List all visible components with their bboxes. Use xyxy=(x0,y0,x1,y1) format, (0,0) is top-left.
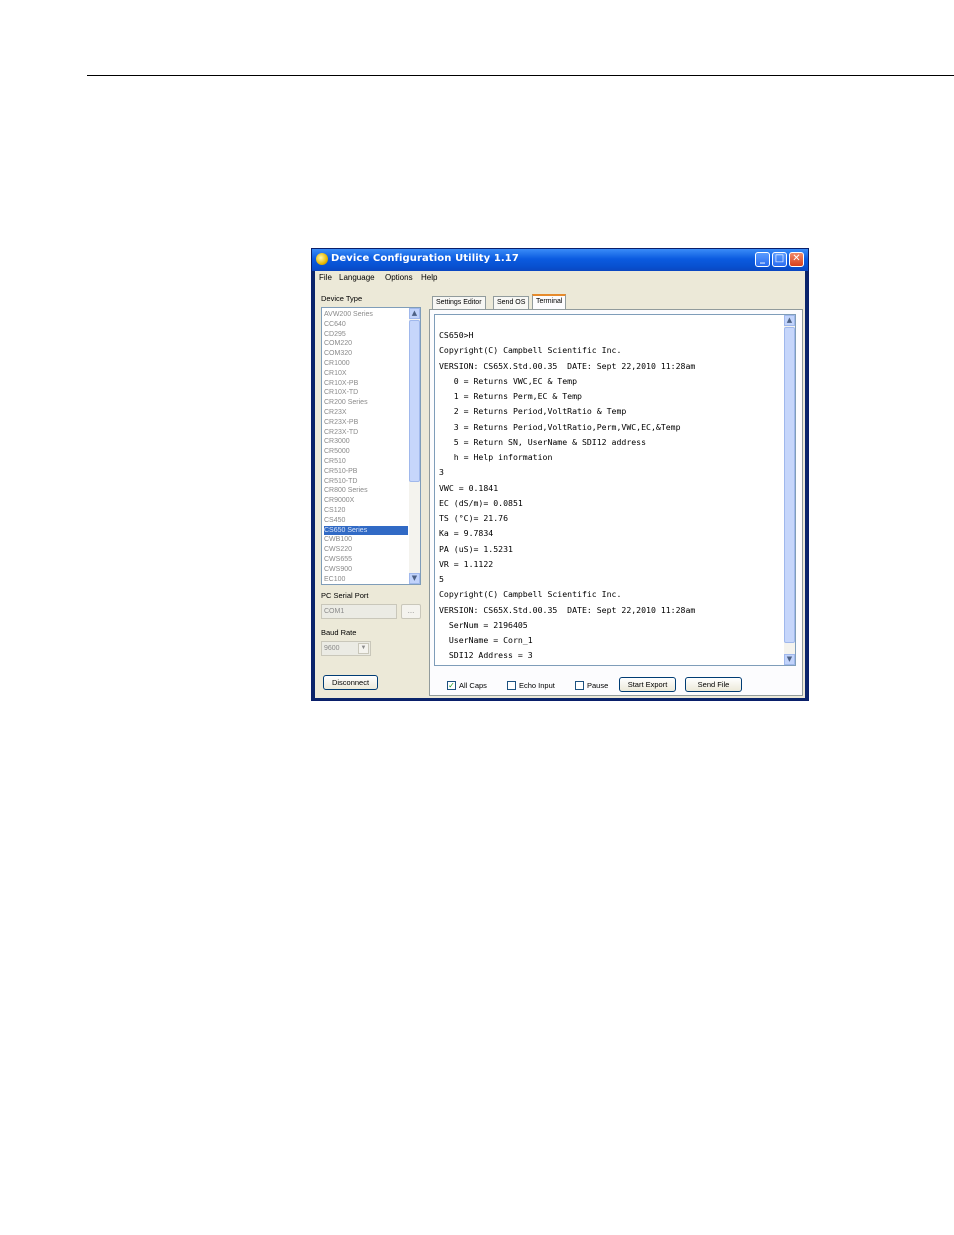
terminal-scrollbar[interactable]: ▲ ▼ xyxy=(784,315,795,665)
terminal-line: UserName = Corn_1 xyxy=(439,635,533,645)
device-list-item[interactable]: CS650 Series xyxy=(324,525,408,536)
serial-port-field[interactable]: COM1 xyxy=(321,604,397,619)
pause-label: Pause xyxy=(587,681,609,690)
serial-port-label: PC Serial Port xyxy=(321,591,369,600)
terminal-panel: CS650>H Copyright(C) Campbell Scientific … xyxy=(429,309,803,696)
device-type-list[interactable]: ▲ ▼ AVW200 Series CC640 CD295 COM220 COM320 C… xyxy=(321,307,421,585)
device-list-item[interactable]: CS450 xyxy=(324,516,408,526)
device-list-item[interactable]: CS120 xyxy=(324,506,408,516)
terminal-line: 1 = Returns Perm,EC & Temp xyxy=(439,391,582,401)
window-client-area: File Language Options Help Device Type ▲… xyxy=(315,271,805,698)
chevron-down-icon[interactable]: ▼ xyxy=(358,643,369,654)
device-list-item[interactable]: CR800 Series xyxy=(324,486,408,496)
device-list-item[interactable]: CC640 xyxy=(324,320,408,330)
scroll-thumb[interactable] xyxy=(784,327,795,643)
device-list-item[interactable]: CWB100 xyxy=(324,535,408,545)
device-list-item[interactable]: CR9000X xyxy=(324,496,408,506)
terminal-line: SDI12 Address = 3 xyxy=(439,650,533,661)
disconnect-button[interactable]: Disconnect xyxy=(323,675,378,690)
device-list-item[interactable]: CR10X-PB xyxy=(324,379,408,389)
tab-settings-editor[interactable]: Settings Editor xyxy=(432,296,486,309)
page-top-rule xyxy=(87,75,954,76)
device-list-item[interactable]: CR200 Series xyxy=(324,398,408,408)
terminal-line: Copyright(C) Campbell Scientific Inc. xyxy=(439,345,622,356)
device-list-item[interactable]: CR5000 xyxy=(324,447,408,457)
terminal-line: TS (°C)= 21.76 xyxy=(439,513,509,523)
terminal-line: h = Help information xyxy=(439,452,553,462)
maximize-button[interactable]: □ xyxy=(772,252,787,267)
terminal-line: PA (uS)= 1.5231 xyxy=(439,543,513,554)
tab-send-os[interactable]: Send OS xyxy=(493,296,530,309)
device-list-item[interactable]: CWS900 xyxy=(324,565,408,575)
menu-bar: File Language Options Help xyxy=(315,271,805,285)
start-export-button[interactable]: Start Export xyxy=(619,677,676,692)
terminal-line: Ka = 9.7834 xyxy=(439,528,494,539)
device-list-item[interactable]: EC100 xyxy=(324,575,408,584)
checkbox-box[interactable] xyxy=(575,681,584,690)
app-icon xyxy=(316,253,328,265)
close-button[interactable]: ✕ xyxy=(789,252,804,267)
device-list-item[interactable]: CR510 xyxy=(324,457,408,467)
minimize-button[interactable]: _ xyxy=(755,252,770,267)
baud-rate-value: 9600 xyxy=(324,645,340,652)
right-pane: Settings Editor Send OS Terminal CS650>H… xyxy=(429,285,805,698)
terminal-line: 5 xyxy=(439,574,444,584)
terminal-line: VR = 1.1122 xyxy=(439,558,494,569)
device-type-label: Device Type xyxy=(321,294,363,303)
all-caps-label: All Caps xyxy=(459,681,487,690)
title-bar[interactable]: Device Configuration Utility 1.17 _ □ ✕ xyxy=(312,249,808,271)
device-list-item[interactable]: CWS655 xyxy=(324,555,408,565)
terminal-line: 3 xyxy=(439,467,444,478)
terminal-line: VWC = 0.1841 xyxy=(439,482,499,493)
left-pane: Device Type ▲ ▼ AVW200 Series CC640 CD295 C… xyxy=(315,285,429,698)
device-list-item[interactable]: CR3000 xyxy=(324,437,408,447)
terminal-line: Copyright(C) Campbell Scientific Inc. xyxy=(439,589,622,600)
browse-port-button[interactable]: ... xyxy=(401,604,421,619)
app-window: Device Configuration Utility 1.17 _ □ ✕ … xyxy=(311,248,809,701)
terminal-line: CS650>H xyxy=(439,330,474,340)
tab-terminal[interactable]: Terminal xyxy=(532,294,567,310)
terminal-line: 0 = Returns VWC,EC & Temp xyxy=(439,375,578,386)
device-list-item[interactable]: COM320 xyxy=(324,349,408,359)
device-list-scrollbar[interactable]: ▲ ▼ xyxy=(409,308,420,584)
scroll-down-arrow-icon[interactable]: ▼ xyxy=(409,573,420,584)
terminal-output[interactable]: CS650>H Copyright(C) Campbell Scientific … xyxy=(434,314,796,666)
terminal-line: EC (dS/m)= 0.0851 xyxy=(439,497,523,508)
device-list-item[interactable]: CR510-TD xyxy=(324,477,408,487)
scroll-thumb[interactable] xyxy=(409,320,420,482)
device-list-item[interactable]: CR1000 xyxy=(324,359,408,369)
menu-file[interactable]: File xyxy=(319,273,332,282)
window-title: Device Configuration Utility 1.17 xyxy=(331,253,519,264)
device-list-item[interactable]: CR10X xyxy=(324,369,408,379)
baud-rate-select[interactable]: 9600 ▼ xyxy=(321,641,371,656)
device-list-item[interactable]: CD295 xyxy=(324,330,408,340)
device-list-item[interactable]: AVW200 Series xyxy=(324,310,408,320)
checkbox-box[interactable] xyxy=(507,681,516,690)
menu-help[interactable]: Help xyxy=(421,273,437,282)
scroll-up-arrow-icon[interactable]: ▲ xyxy=(784,315,795,326)
terminal-line: 3 = Returns Period,VoltRatio,Perm,VWC,EC… xyxy=(439,421,681,432)
echo-input-label: Echo Input xyxy=(519,681,555,690)
scroll-up-arrow-icon[interactable]: ▲ xyxy=(409,308,420,319)
menu-language[interactable]: Language xyxy=(339,273,375,282)
device-list-item[interactable]: CR23X-TD xyxy=(324,428,408,438)
device-list-item[interactable]: CR510-PB xyxy=(324,467,408,477)
terminal-line: VERSION: CS65X.Std.00.35 DATE: Sept 22,2… xyxy=(439,604,696,615)
device-list-item[interactable]: CWS220 xyxy=(324,545,408,555)
terminal-line: VERSION: CS65X.Std.00.35 DATE: Sept 22,2… xyxy=(439,360,696,371)
device-list-item[interactable]: COM220 xyxy=(324,339,408,349)
terminal-line: 2 = Returns Period,VoltRatio & Temp xyxy=(439,406,627,417)
terminal-line: SerNum = 2196405 xyxy=(439,619,528,630)
device-list-item[interactable]: CR23X xyxy=(324,408,408,418)
menu-options[interactable]: Options xyxy=(385,273,413,282)
send-file-button[interactable]: Send File xyxy=(685,677,742,692)
checkmark-icon[interactable]: ✓ xyxy=(447,681,456,690)
device-list-item[interactable]: CR23X-PB xyxy=(324,418,408,428)
baud-rate-label: Baud Rate xyxy=(321,628,357,637)
scroll-down-arrow-icon[interactable]: ▼ xyxy=(784,654,795,665)
device-list-item[interactable]: CR10X-TD xyxy=(324,388,408,398)
terminal-line: 5 = Return SN, UserName & SDI12 address xyxy=(439,436,647,447)
